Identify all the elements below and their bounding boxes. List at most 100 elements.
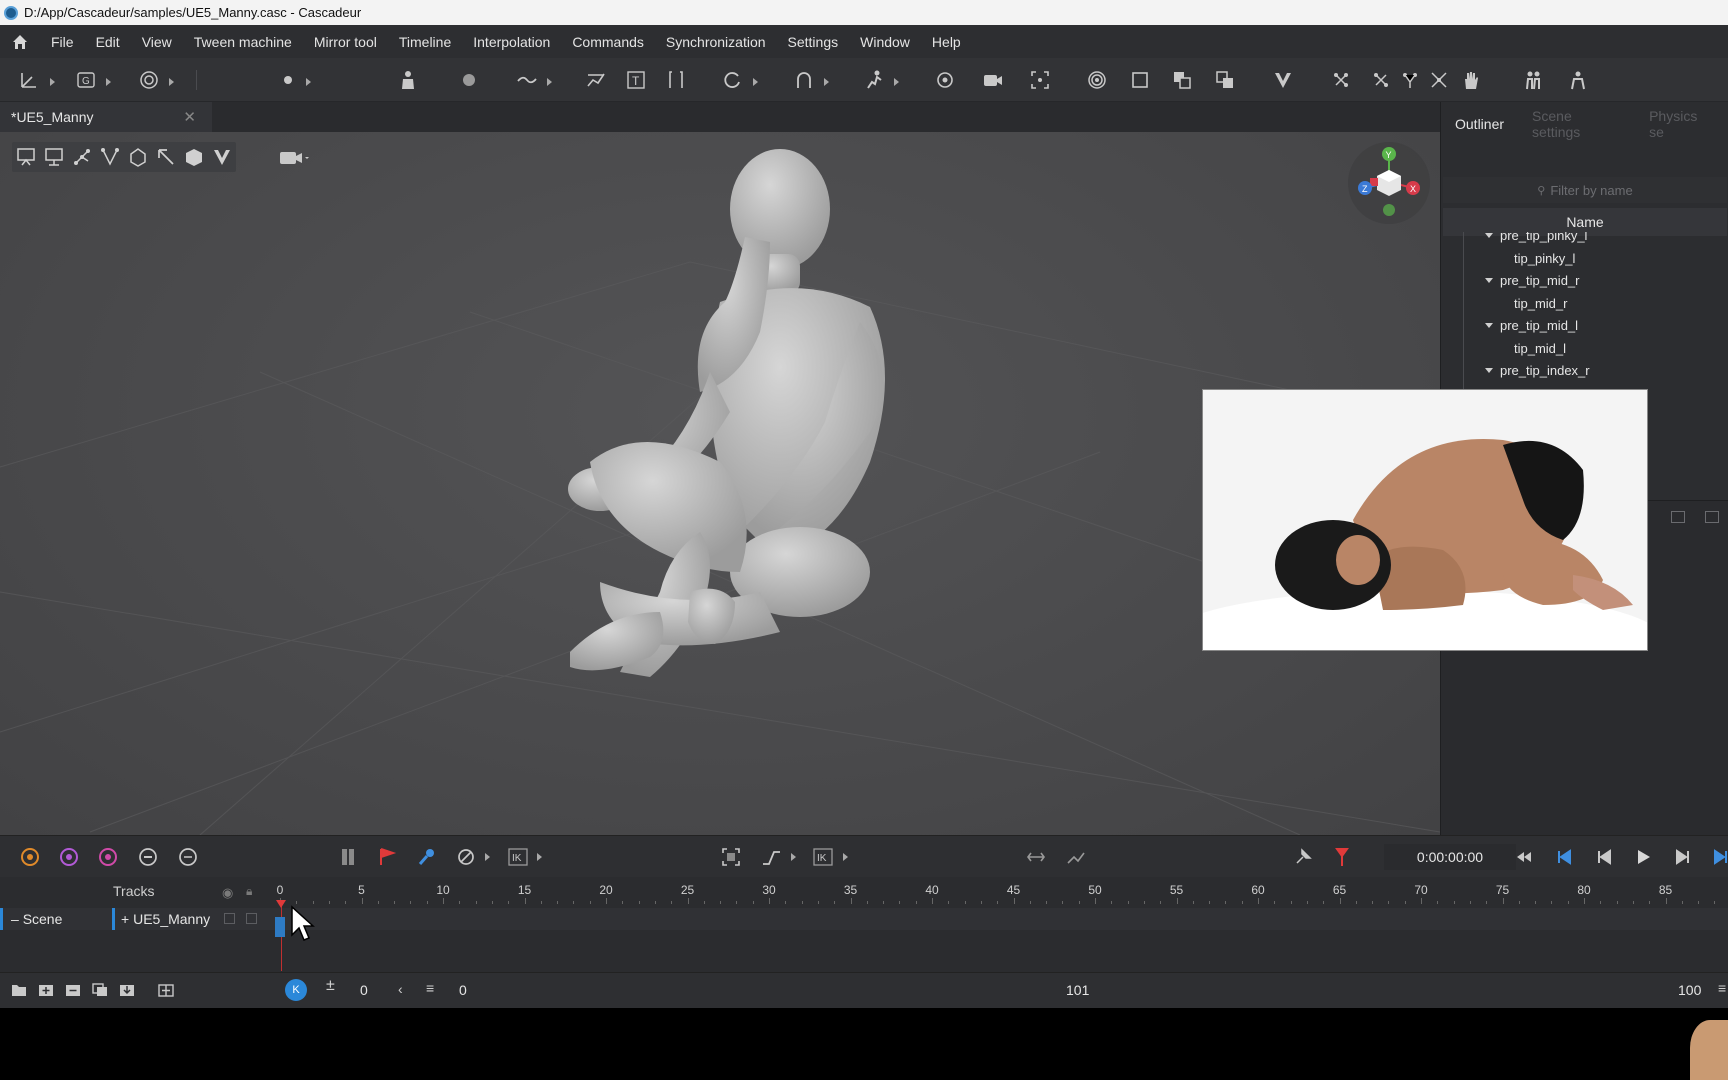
interpolation-toggle-icon[interactable] [135, 844, 161, 870]
expand-arrow-icon[interactable] [1485, 278, 1493, 283]
tree-node[interactable]: tip_mid_l [1514, 339, 1566, 359]
timecode-display[interactable]: 0:00:00:00 [1384, 844, 1516, 870]
curve-type-icon[interactable] [758, 844, 784, 870]
new-folder-icon[interactable] [11, 983, 27, 997]
tree-node[interactable]: pre_tip_pinky_l [1485, 232, 1587, 246]
cube-icon[interactable] [180, 143, 208, 171]
home-icon[interactable] [0, 33, 40, 51]
panel-expand-icon[interactable] [1705, 511, 1719, 523]
marker-icon[interactable] [1329, 844, 1355, 870]
rig-tool-icon[interactable] [1328, 68, 1354, 92]
flag-icon[interactable] [374, 844, 400, 870]
pose-copy-icon[interactable] [1565, 68, 1591, 92]
playhead-marker[interactable] [276, 900, 286, 908]
interval-list-icon[interactable]: ≡ [426, 980, 434, 996]
select-rect-icon[interactable] [12, 143, 40, 171]
run-icon[interactable] [861, 68, 887, 92]
outliner-filter-input[interactable]: ⚲ Filter by name [1443, 177, 1727, 203]
add-track-icon[interactable] [38, 983, 54, 997]
autophysics-icon[interactable] [17, 844, 43, 870]
tab-physics-settings[interactable]: Physics se [1635, 108, 1728, 140]
rewind-icon[interactable] [1511, 844, 1537, 870]
group-icon[interactable] [158, 983, 174, 997]
target-icon[interactable] [932, 68, 958, 92]
spiral-tool-icon[interactable] [136, 68, 162, 92]
play-icon[interactable] [1630, 844, 1656, 870]
rig-link-icon[interactable] [1397, 68, 1423, 92]
menu-view[interactable]: View [131, 34, 183, 50]
loop-range-icon[interactable] [1023, 844, 1049, 870]
document-tab[interactable]: *UE5_Manny ✕ [0, 102, 212, 132]
autopose-icon[interactable] [56, 844, 82, 870]
collapse-scene-icon[interactable]: – [11, 911, 19, 927]
last-key-icon[interactable] [1708, 844, 1728, 870]
keyframe[interactable] [275, 917, 285, 937]
scene-track-label[interactable]: – Scene [0, 908, 110, 930]
current-frame[interactable]: 0 [459, 982, 467, 998]
interval-key-icon[interactable]: K [285, 979, 307, 1001]
rotate-icon[interactable] [719, 68, 745, 92]
split-icon[interactable] [335, 844, 361, 870]
rig-add-icon[interactable] [1368, 68, 1394, 92]
menu-timeline[interactable]: Timeline [388, 34, 462, 50]
expand-arrow-icon[interactable] [1485, 233, 1493, 238]
axis-tool-icon[interactable] [16, 68, 42, 92]
menu-file[interactable]: File [40, 34, 85, 50]
timeline-ruler[interactable]: 0 5 10 15 20 25 30 35 40 45 50 55 60 65 70 75 80 85 [276, 877, 1728, 905]
tree-node[interactable]: pre_tip_mid_l [1485, 316, 1578, 336]
panel-layout-icon[interactable] [1671, 511, 1685, 523]
tree-node[interactable]: tip_pinky_l [1514, 249, 1575, 269]
menu-commands[interactable]: Commands [561, 34, 655, 50]
text-icon[interactable]: T [623, 68, 649, 92]
points-icon[interactable] [96, 143, 124, 171]
first-key-icon[interactable] [1551, 844, 1577, 870]
expand-arrow-icon[interactable] [1485, 368, 1493, 373]
tree-node[interactable]: pre_tip_mid_r [1485, 271, 1580, 291]
tree-node[interactable]: tip_mid_r [1514, 294, 1567, 314]
orientation-gizmo[interactable]: Y X Z [1348, 142, 1430, 224]
cascadeur-logo-icon[interactable] [1270, 68, 1296, 92]
end-frame[interactable]: 100 [1678, 982, 1701, 998]
prev-interval-icon[interactable]: ‹ [398, 981, 403, 997]
eraser-icon[interactable] [456, 68, 482, 92]
key-icon[interactable] [414, 844, 440, 870]
remove-track-icon[interactable] [65, 983, 81, 997]
curve-icon[interactable] [514, 68, 540, 92]
duplicate-track-icon[interactable] [92, 983, 108, 997]
track-visibility-checkbox[interactable] [224, 913, 235, 924]
disable-icon[interactable] [453, 844, 479, 870]
mesh-icon[interactable] [124, 143, 152, 171]
bracket-icon[interactable] [663, 68, 689, 92]
menu-window[interactable]: Window [849, 34, 921, 50]
fulcrum-icon[interactable] [95, 844, 121, 870]
menu-help[interactable]: Help [921, 34, 972, 50]
hand-icon[interactable] [1458, 68, 1484, 92]
tab-outliner[interactable]: Outliner [1441, 116, 1518, 132]
menu-tween-machine[interactable]: Tween machine [183, 34, 303, 50]
add-box-icon[interactable] [1169, 68, 1195, 92]
settings-menu-icon[interactable]: ≡ [1718, 980, 1726, 996]
pose-icon[interactable] [1520, 68, 1546, 92]
global-local-icon[interactable]: G [73, 68, 99, 92]
fit-view-icon[interactable] [718, 844, 744, 870]
tween-icon[interactable] [583, 68, 609, 92]
refresh-icon[interactable] [175, 844, 201, 870]
frame-icon[interactable] [1027, 68, 1053, 92]
lift-icon[interactable] [791, 68, 817, 92]
expand-object-icon[interactable]: + [121, 911, 129, 927]
menu-settings[interactable]: Settings [777, 34, 850, 50]
camera-icon[interactable] [980, 68, 1006, 92]
remove-box-icon[interactable] [1212, 68, 1238, 92]
interval-adjust-icon[interactable]: ± [326, 977, 335, 995]
track-lock-checkbox[interactable] [246, 913, 257, 924]
menu-edit[interactable]: Edit [85, 34, 131, 50]
menu-interpolation[interactable]: Interpolation [462, 34, 561, 50]
point-icon[interactable] [275, 68, 301, 92]
lock-icon[interactable]: 🔒︎ [246, 884, 252, 899]
close-tab-icon[interactable]: ✕ [183, 108, 196, 126]
interval-start[interactable]: 0 [360, 982, 368, 998]
select-display-icon[interactable] [40, 143, 68, 171]
tab-scene-settings[interactable]: Scene settings [1518, 108, 1635, 140]
character-icon[interactable] [395, 68, 421, 92]
ik-button[interactable]: IK [505, 844, 531, 870]
